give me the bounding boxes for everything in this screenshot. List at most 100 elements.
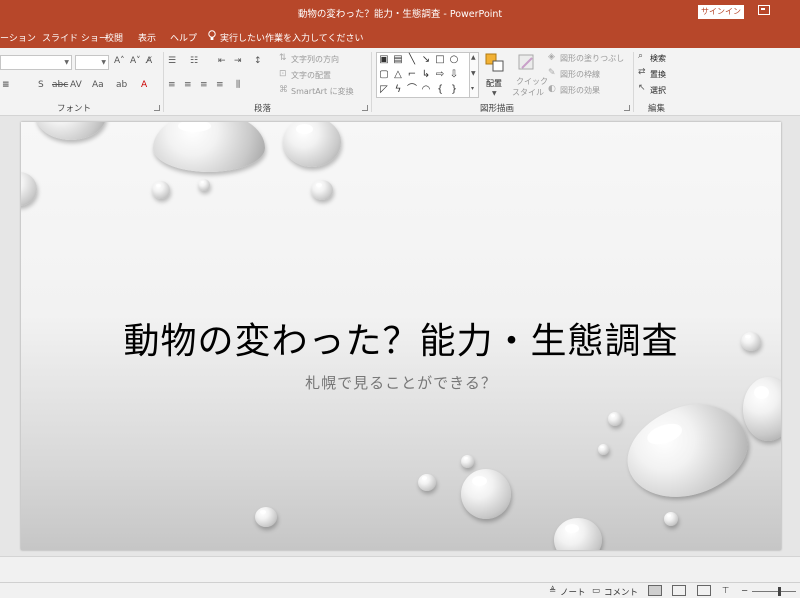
tab-help[interactable]: ヘルプ [170,31,197,44]
select-icon[interactable]: ↖ [638,83,646,93]
slide-sorter-view-icon[interactable] [672,585,686,596]
group-label-editing: 編集 [648,104,666,114]
decrease-indent-icon[interactable]: ⇤ [218,56,226,66]
find-icon[interactable]: ⌕ [638,51,643,61]
scroll-up-icon[interactable]: ▲ [471,54,476,61]
notes-pane[interactable] [0,556,800,582]
shrink-font-icon[interactable]: A˅ [130,56,141,66]
vertical-textbox-shape-icon[interactable]: ▤ [392,54,404,66]
notes-button[interactable]: ノート [560,586,586,598]
smartart-icon[interactable]: ⌘ [279,85,288,95]
rectangle-shape-icon[interactable]: □ [434,54,446,66]
align-center-icon[interactable]: ≡ [184,80,192,90]
change-case-icon[interactable]: Aa [92,80,104,90]
triangle-shape-icon[interactable]: △ [392,69,404,81]
lightning-shape-icon[interactable]: ϟ [392,84,404,96]
tab-slideshow[interactable]: スライド ショー [42,31,108,44]
shape-outline-button[interactable]: 図形の枠線 [560,69,600,80]
slide-canvas[interactable]: 動物の変わった？能力・生態調査 札幌で見ることができる？ [21,122,781,550]
right-arrow-shape-icon[interactable]: ⇨ [434,69,446,81]
ribbon-display-options-icon[interactable] [758,5,770,15]
text-direction-icon[interactable]: ⇅ [279,53,287,63]
arrange-icon[interactable] [484,52,506,74]
notes-icon[interactable]: ≜ [549,586,556,596]
convert-to-smartart-button[interactable]: SmartArt に変換 [291,86,354,97]
oval-shape-icon[interactable]: ○ [448,54,460,66]
brace-left-shape-icon[interactable]: { [434,84,446,96]
replace-icon[interactable]: ⇄ [638,67,646,77]
rounded-rect-shape-icon[interactable]: ▢ [378,69,390,81]
zoom-out-icon[interactable]: − [741,586,748,596]
character-spacing-icon[interactable]: AV [70,80,82,90]
window-title: 動物の変わった？能力・生態調査 - PowerPoint [297,9,503,20]
line-spacing-icon[interactable]: ↕ [254,56,262,66]
text-direction-button[interactable]: 文字列の方向 [291,54,339,65]
numbering-icon[interactable]: ☷ [190,56,198,66]
arrange-button[interactable]: 配置 [486,78,502,89]
comments-button[interactable]: コメント [604,586,638,598]
callout-shape-icon[interactable]: ◸ [378,84,390,96]
down-arrow-shape-icon[interactable]: ⇩ [448,69,460,81]
align-text-icon[interactable]: ⊡ [279,69,287,79]
title-bar: 動物の変わった？能力・生態調査 - PowerPoint サインイン [0,0,800,26]
font-color-icon[interactable]: A [141,80,147,90]
sign-in-button[interactable]: サインイン [698,5,744,19]
font-dialog-launcher[interactable] [154,105,160,111]
bold-icon[interactable]: ≡ [2,80,10,90]
quick-styles-label-2[interactable]: スタイル [512,87,544,98]
gallery-more-icon[interactable]: ▾ [471,85,474,92]
arrange-dropdown-icon[interactable]: ▼ [492,90,497,97]
line-shape-icon[interactable]: ╲ [406,54,418,66]
zoom-slider[interactable] [752,591,796,592]
shape-outline-icon[interactable]: ✎ [548,68,556,78]
bullets-icon[interactable]: ☰ [168,56,176,66]
columns-icon[interactable]: ⫼ [236,80,240,90]
justify-icon[interactable]: ≡ [216,80,224,90]
textbox-shape-icon[interactable]: ▣ [378,54,390,66]
tab-review[interactable]: 校閲 [105,31,123,44]
drawing-dialog-launcher[interactable] [624,105,630,111]
shapes-gallery-scroll[interactable]: ▲ ▼ ▾ [469,52,479,98]
slide-subtitle[interactable]: 札幌で見ることができる？ [21,372,781,393]
arrow-line-shape-icon[interactable]: ↘ [420,54,432,66]
shadow-icon[interactable]: S [38,80,44,90]
shape-effects-button[interactable]: 図形の効果 [560,85,600,96]
tab-view[interactable]: 表示 [138,31,156,44]
shape-fill-button[interactable]: 図形の塗りつぶし [560,53,624,64]
reading-view-icon[interactable] [697,585,711,596]
slide-title[interactable]: 動物の変わった？能力・生態調査 [21,312,781,364]
scroll-down-icon[interactable]: ▼ [471,70,476,77]
curve-shape-icon[interactable]: ⌒ [406,84,418,96]
font-name-combo[interactable]: ▼ [0,55,72,70]
tab-animations[interactable]: ーション [0,31,36,44]
align-left-icon[interactable]: ≡ [168,80,176,90]
replace-button[interactable]: 置換 [650,69,666,80]
clear-formatting-icon[interactable]: A̸ [146,56,152,66]
lightbulb-icon[interactable] [208,30,216,41]
find-button[interactable]: 検索 [650,53,666,64]
paragraph-dialog-launcher[interactable] [362,105,368,111]
water-drop [153,122,265,172]
shape-effects-icon[interactable]: ◐ [548,84,556,94]
zoom-slider-thumb[interactable] [778,587,781,596]
normal-view-icon[interactable] [648,585,662,596]
comments-icon[interactable]: ▭ [592,586,600,596]
align-right-icon[interactable]: ≡ [200,80,208,90]
elbow-arrow-shape-icon[interactable]: ↳ [420,69,432,81]
strikethrough-icon[interactable]: abc [52,80,68,90]
shape-fill-icon[interactable]: ◈ [548,52,555,62]
shapes-gallery[interactable]: ▣ ▤ ╲ ↘ □ ○ ▢ △ ⌐ ↳ ⇨ ⇩ ◸ ϟ ⌒ ◠ { } [376,52,470,98]
grow-font-icon[interactable]: A˄ [114,56,125,66]
quick-styles-label-1[interactable]: クイック [516,76,548,87]
highlight-icon[interactable]: ab [116,80,127,90]
brace-right-shape-icon[interactable]: } [448,84,460,96]
arc-shape-icon[interactable]: ◠ [420,84,432,96]
elbow-connector-shape-icon[interactable]: ⌐ [406,69,418,81]
align-text-button[interactable]: 文字の配置 [291,70,331,81]
font-size-combo[interactable]: ▼ [75,55,109,70]
slideshow-view-icon[interactable]: ⊤ [722,586,729,596]
select-button[interactable]: 選択 [650,85,666,96]
tell-me-input[interactable]: 実行したい作業を入力してください [220,31,363,44]
increase-indent-icon[interactable]: ⇥ [234,56,242,66]
quick-styles-icon[interactable] [516,52,538,74]
